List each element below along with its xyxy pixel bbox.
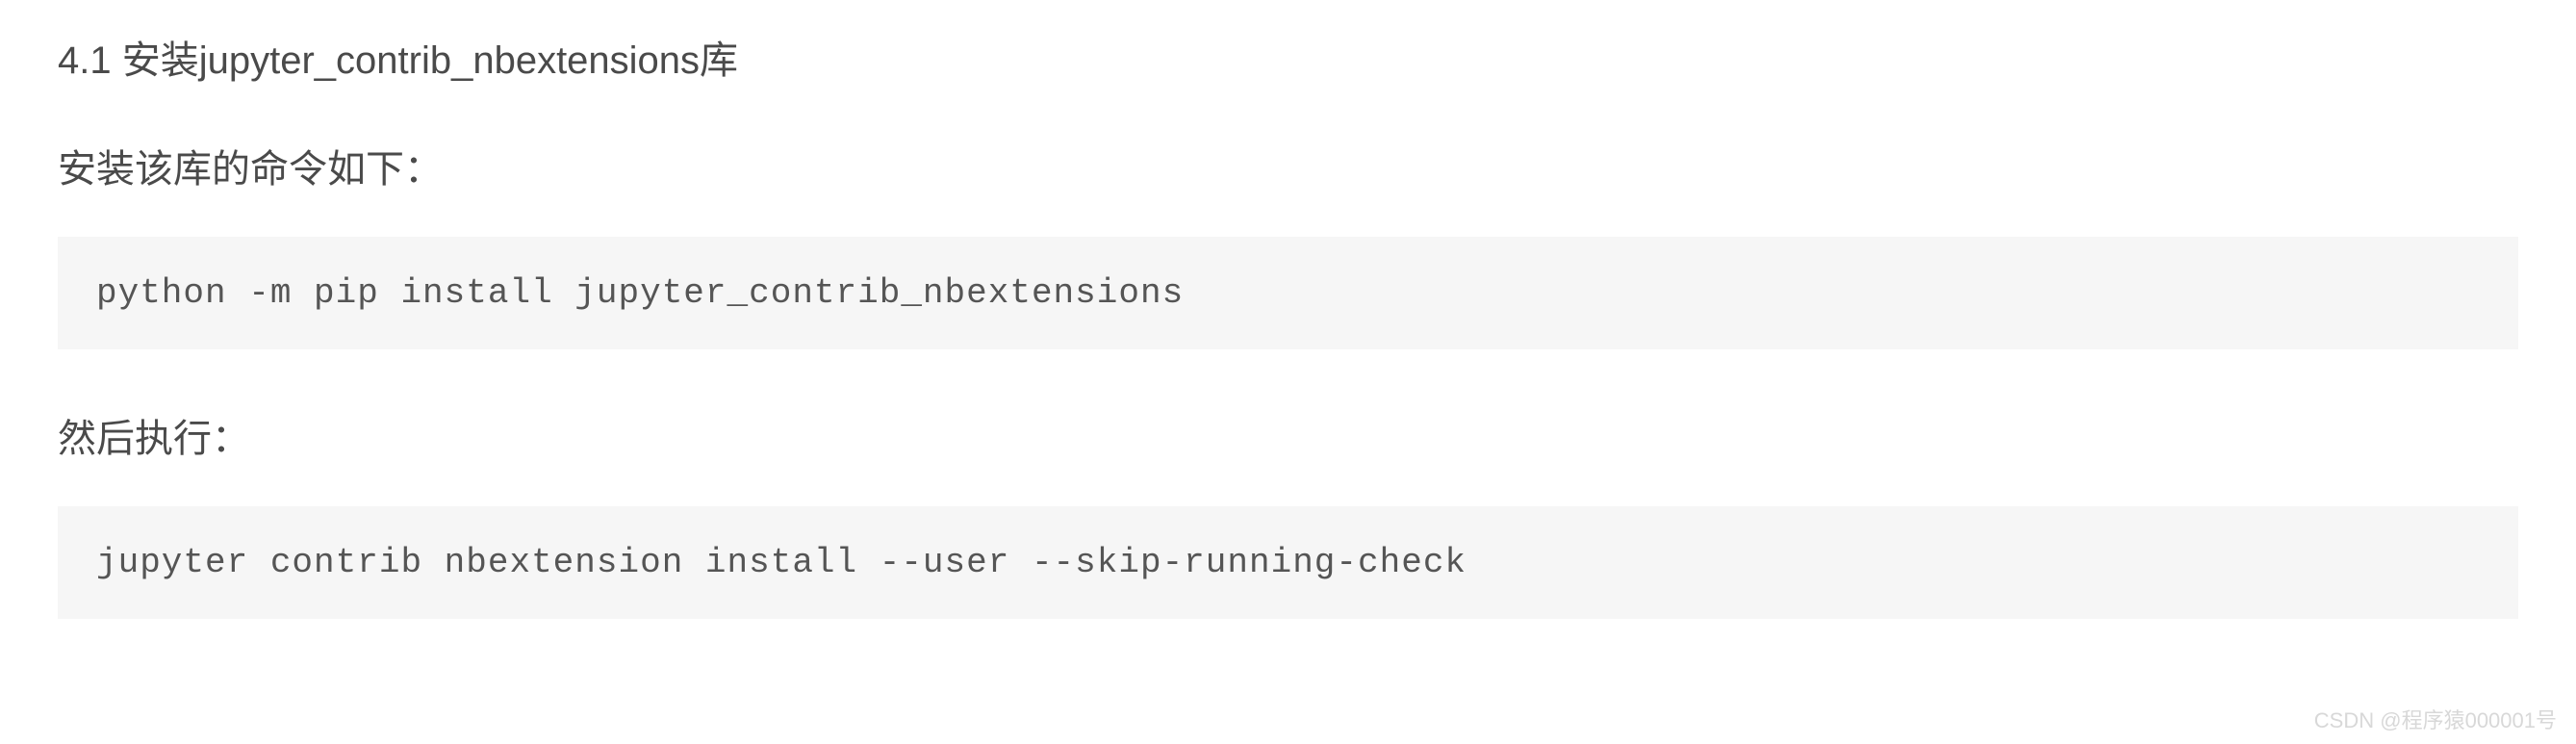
- paragraph-intro: 安装该库的命令如下：: [58, 138, 2518, 193]
- section-heading: 4.1 安装jupyter_contrib_nbextensions库: [58, 29, 2518, 85]
- code-block-execute: jupyter contrib nbextension install --us…: [58, 506, 2518, 619]
- code-block-install: python -m pip install jupyter_contrib_nb…: [58, 237, 2518, 349]
- paragraph-then: 然后执行：: [58, 407, 2518, 463]
- watermark: CSDN @程序猿000001号: [2314, 704, 2557, 734]
